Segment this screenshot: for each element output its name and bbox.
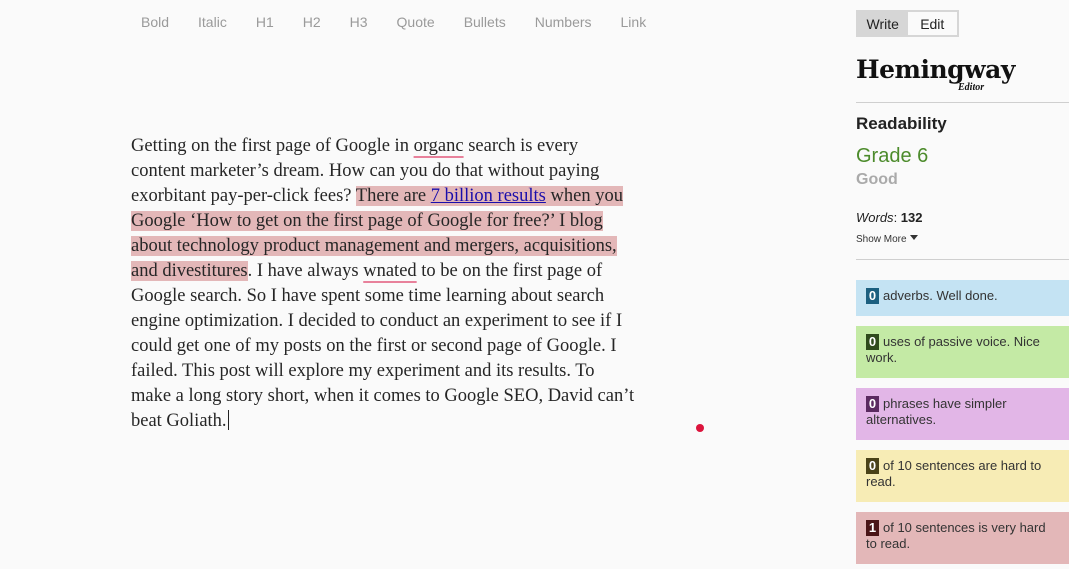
hard-sentences-stat: 0 of 10 sentences are hard to read. [856,450,1069,502]
spelling-error[interactable]: organc [414,136,464,156]
very-hard-sentence-highlight: There are 7 billion results when you [355,186,623,206]
stat-count-badge: 0 [866,334,879,350]
very-hard-sentence-highlight: Google ‘How to get on the first page of … [131,211,603,231]
grade-level: Grade 6 [856,145,929,167]
h3-button[interactable]: H3 [350,14,368,30]
editor-line: could get one of my posts on the first o… [131,336,617,356]
editor-text-area[interactable]: Getting on the first page of Google in o… [131,134,711,434]
quote-button[interactable]: Quote [397,14,435,30]
simpler-phrases-stat: 0 phrases have simpler alternatives. [856,388,1069,440]
editor-line: beat Goliath. [131,410,229,431]
mode-toggle: Write Edit [856,10,959,37]
readability-heading: Readability [856,114,947,133]
caret-down-icon [909,235,918,240]
sidebar: Write Edit Hemingway Editor Readability … [856,10,1069,564]
passive-voice-stat: 0 uses of passive voice. Nice work. [856,326,1069,378]
h1-button[interactable]: H1 [256,14,274,30]
red-dot-icon [696,424,704,432]
hemingway-editor-page: Bold Italic H1 H2 H3 Quote Bullets Numbe… [0,0,1069,569]
spelling-error[interactable]: wnated [363,261,416,281]
editor-line: exorbitant pay-per-click fees? There are… [131,186,623,206]
stat-count-badge: 0 [866,396,879,412]
text-cursor [227,410,229,430]
hemingway-logo: Hemingway [856,55,1015,84]
h2-button[interactable]: H2 [303,14,321,30]
editor-line: Getting on the first page of Google in o… [131,136,579,156]
editor-line: and divestitures. I have always wnated t… [131,261,603,281]
divider [856,259,1069,260]
adverbs-stat: 0 adverbs. Well done. [856,280,1069,316]
divider [856,102,1069,103]
stat-count-badge: 0 [866,288,879,304]
write-mode-button[interactable]: Write [858,12,908,35]
very-hard-sentence-highlight: about technology product management and … [131,236,617,256]
link-button[interactable]: Link [621,14,647,30]
editor-line: failed. This post will explore my experi… [131,361,595,381]
stat-count-badge: 0 [866,458,879,474]
numbers-button[interactable]: Numbers [535,14,592,30]
formatting-toolbar: Bold Italic H1 H2 H3 Quote Bullets Numbe… [141,14,675,30]
stat-count-badge: 1 [866,520,879,536]
editor-line: make a long story short, when it comes t… [131,386,635,406]
very-hard-sentence-highlight: and divestitures [131,261,248,281]
editor-line: Google ‘How to get on the first page of … [131,209,711,234]
edit-mode-button[interactable]: Edit [907,12,957,35]
word-count: Words: 132 [856,210,923,225]
editor-line: about technology product management and … [131,234,711,259]
logo-subtitle: Editor [958,82,985,93]
editor-line: Google search. So I have spent some time… [131,286,605,306]
bold-button[interactable]: Bold [141,14,169,30]
very-hard-sentences-stat: 1 of 10 sentences is very hard to read. [856,512,1069,564]
show-more-toggle[interactable]: Show More [856,234,918,245]
editor-line: engine optimization. I decided to conduc… [131,311,623,331]
bullets-button[interactable]: Bullets [464,14,506,30]
grade-description: Good [856,171,898,188]
italic-button[interactable]: Italic [198,14,227,30]
editor-line: content marketer’s dream. How can you do… [131,161,600,181]
results-link[interactable]: 7 billion results [431,186,546,206]
